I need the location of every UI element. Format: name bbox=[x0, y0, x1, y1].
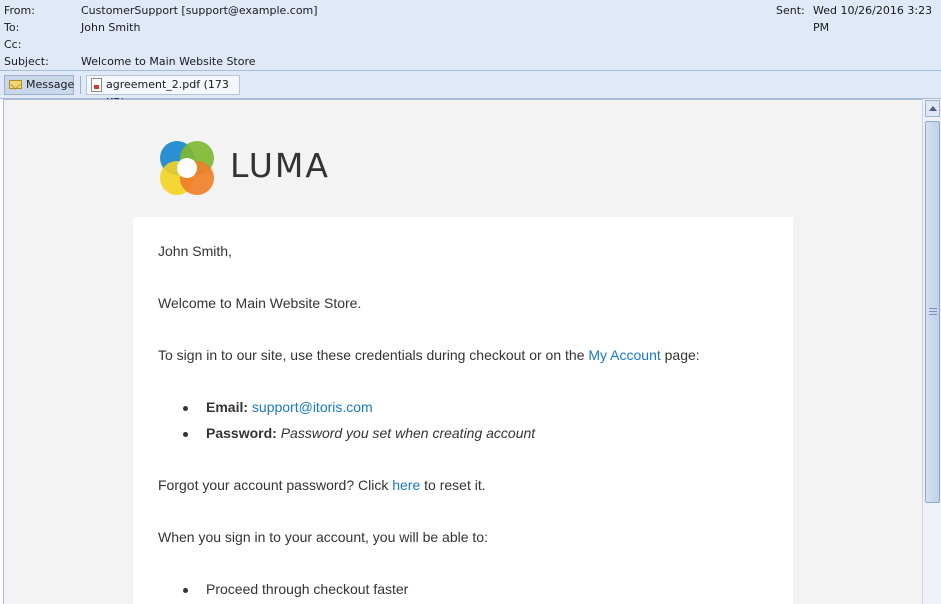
cc-label: Cc: bbox=[4, 38, 22, 51]
my-account-link[interactable]: My Account bbox=[588, 347, 660, 363]
email-label: Email: bbox=[206, 399, 249, 415]
grip-line bbox=[929, 314, 937, 315]
envelope-icon bbox=[9, 80, 22, 89]
to-label: To: bbox=[4, 21, 20, 34]
password-value: Password you set when creating account bbox=[280, 425, 536, 441]
vertical-scrollbar[interactable] bbox=[922, 99, 941, 604]
tab-separator bbox=[80, 76, 81, 94]
pdf-file-icon bbox=[91, 78, 102, 92]
bullet-email bbox=[183, 406, 188, 411]
luma-logo: LUMA bbox=[160, 141, 360, 197]
pdf-attachment[interactable]: agreement_2.pdf (173 KB) bbox=[86, 75, 240, 109]
forgot-text-before: Forgot your account password? Click bbox=[158, 477, 393, 493]
benefit-item: Proceed through checkout faster bbox=[206, 581, 409, 597]
email-credential: Email: support@itoris.com bbox=[206, 399, 373, 415]
password-credential: Password: Password you set when creating… bbox=[206, 425, 535, 441]
grip-line bbox=[929, 311, 937, 312]
attachment-bar: Message agreement_2.pdf (173 KB) bbox=[0, 71, 941, 109]
reset-here-link[interactable]: here bbox=[392, 477, 420, 493]
grip-line bbox=[929, 308, 937, 309]
message-header: From: CustomerSupport [support@example.c… bbox=[0, 0, 941, 71]
signin-text-after: page: bbox=[660, 347, 700, 363]
scroll-thumb[interactable] bbox=[925, 121, 940, 503]
password-label: Password: bbox=[206, 425, 277, 441]
sent-value: Wed 10/26/2016 3:23 PM bbox=[813, 4, 933, 34]
message-tab[interactable]: Message bbox=[4, 75, 74, 95]
benefits-intro: When you sign in to your account, you wi… bbox=[158, 529, 488, 545]
to-value[interactable]: John Smith bbox=[81, 19, 140, 36]
bullet-password bbox=[183, 432, 188, 437]
arrow-up-icon bbox=[929, 106, 937, 111]
forgot-text: Forgot your account password? Click here… bbox=[158, 477, 486, 493]
welcome-text: Welcome to Main Website Store. bbox=[158, 295, 362, 311]
luma-logo-icon bbox=[160, 141, 214, 195]
email-link[interactable]: support@itoris.com bbox=[252, 399, 373, 415]
subject-value: Welcome to Main Website Store bbox=[81, 55, 256, 68]
message-tab-label: Message bbox=[26, 78, 75, 91]
from-label: From: bbox=[4, 4, 35, 17]
scroll-up-button[interactable] bbox=[925, 100, 940, 117]
greeting: John Smith, bbox=[158, 243, 232, 259]
signin-text: To sign in to our site, use these creden… bbox=[158, 347, 700, 363]
sent-label: Sent: bbox=[776, 4, 805, 17]
luma-logo-text: LUMA bbox=[230, 146, 330, 185]
signin-text-before: To sign in to our site, use these creden… bbox=[158, 347, 589, 363]
subject-label: Subject: bbox=[4, 55, 49, 68]
forgot-text-after: to reset it. bbox=[420, 477, 486, 493]
from-value[interactable]: CustomerSupport [support@example.com] bbox=[81, 2, 318, 19]
bullet-benefit-1 bbox=[183, 588, 188, 593]
